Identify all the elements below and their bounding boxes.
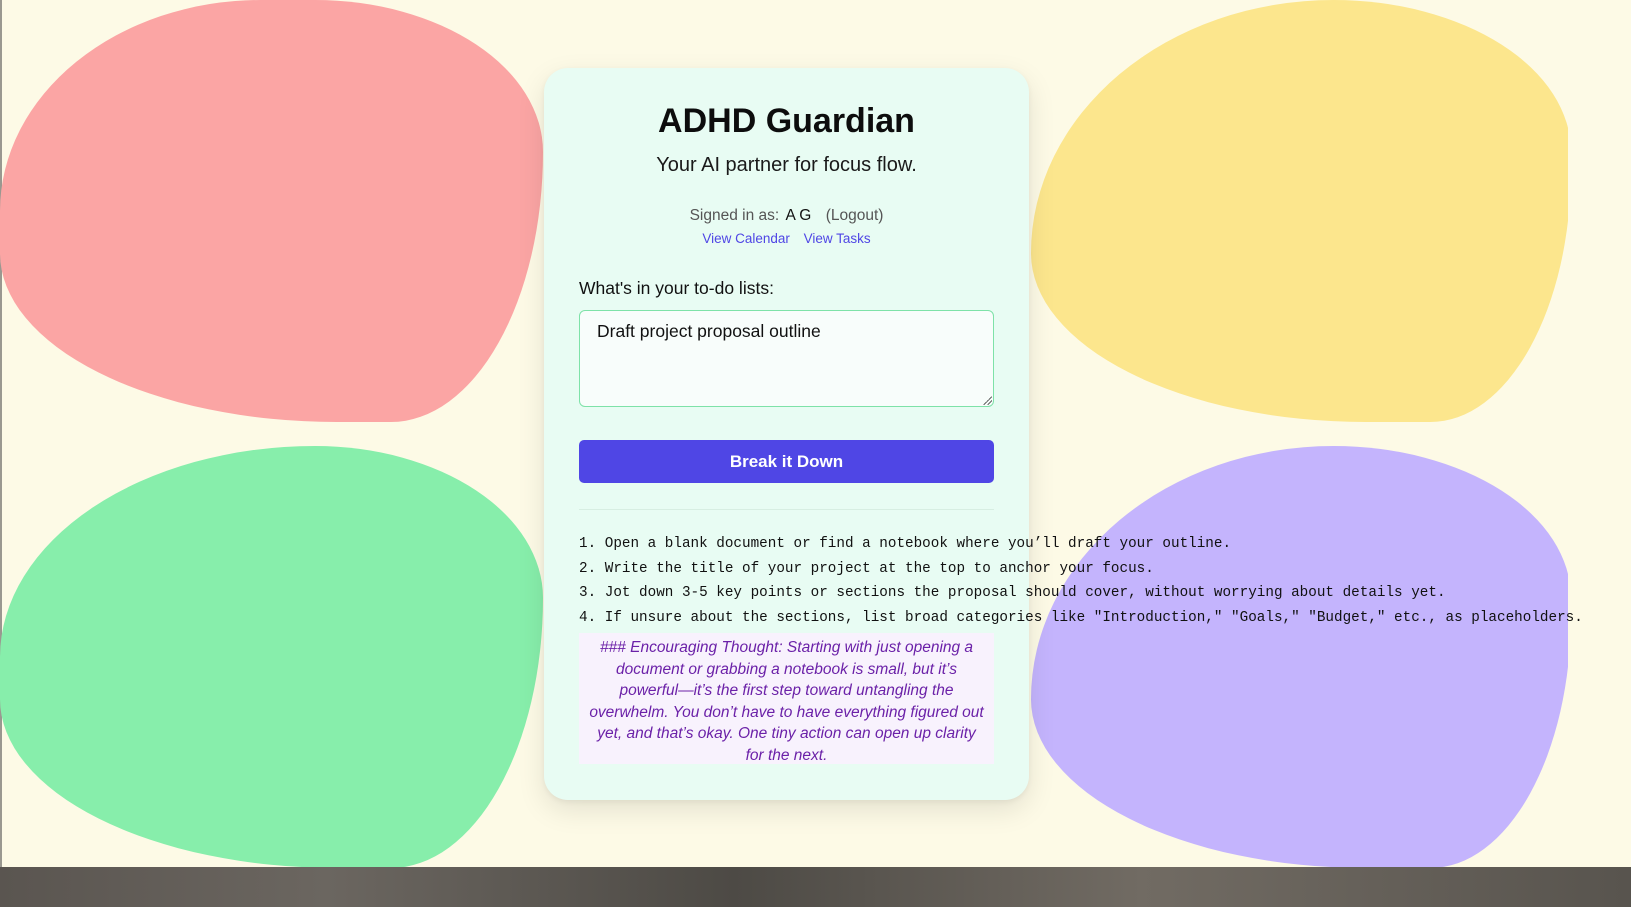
decorative-blob-red <box>0 0 543 422</box>
signed-in-status: Signed in as: A G (Logout) <box>544 207 1029 225</box>
view-tasks-link[interactable]: View Tasks <box>804 231 871 246</box>
view-calendar-link[interactable]: View Calendar <box>702 231 790 246</box>
decorative-blob-purple <box>1031 446 1571 868</box>
logout-link[interactable]: (Logout) <box>826 207 884 224</box>
nav-links: View Calendar View Tasks <box>544 231 1029 246</box>
steps-list: 1. Open a blank document or find a noteb… <box>579 533 1583 632</box>
step-item: 2. Write the title of your project at th… <box>579 560 1154 577</box>
decorative-blob-yellow <box>1031 0 1571 422</box>
step-item: 3. Jot down 3-5 key points or sections t… <box>579 585 1446 602</box>
divider <box>579 509 994 510</box>
todo-label: What's in your to-do lists: <box>579 278 774 298</box>
app-title: ADHD Guardian <box>658 102 915 140</box>
decorative-blob-green <box>0 446 543 868</box>
step-item: 4. If unsure about the sections, list br… <box>579 610 1583 627</box>
desktop-strip <box>0 867 1631 907</box>
signed-in-label: Signed in as: <box>689 207 780 224</box>
window-edge <box>0 0 2 907</box>
break-it-down-button[interactable]: Break it Down <box>579 440 994 483</box>
step-item: 1. Open a blank document or find a noteb… <box>579 536 1232 552</box>
encouraging-thought: ### Encouraging Thought: Starting with j… <box>579 633 994 764</box>
resize-grip-icon[interactable] <box>982 395 992 405</box>
user-name: A G <box>785 207 812 224</box>
app-tagline: Your AI partner for focus flow. <box>656 154 917 176</box>
todo-input[interactable]: Draft project proposal outline <box>579 310 994 407</box>
page-right-margin <box>1568 0 1631 907</box>
